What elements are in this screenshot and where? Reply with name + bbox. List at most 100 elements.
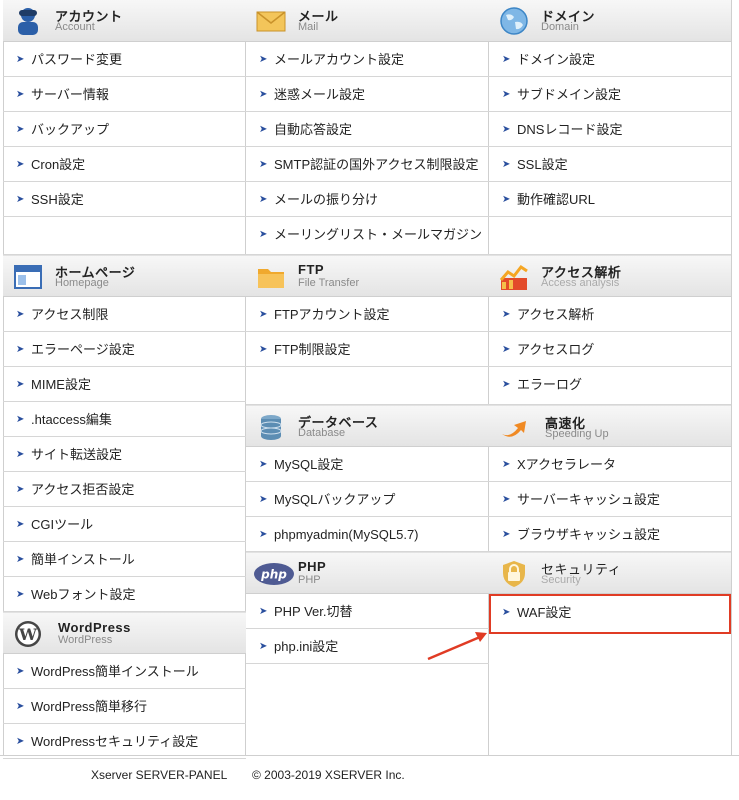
arrow-icon: ➤ — [259, 89, 268, 100]
menu-item-ftp-restriction[interactable]: ➤ FTP制限設定 — [246, 332, 489, 367]
section-subtitle: PHP — [298, 574, 321, 586]
speed-arrow-icon — [502, 421, 526, 437]
arrow-icon: ➤ — [16, 344, 25, 355]
globe-icon — [500, 7, 528, 35]
menu-item-easy-install[interactable]: ➤ 簡単インストール — [3, 542, 246, 577]
menu-item-browser-cache[interactable]: ➤ ブラウザキャッシュ設定 — [489, 517, 731, 552]
arrow-icon: ➤ — [259, 494, 268, 505]
wordpress-icon: W — [15, 621, 41, 647]
arrow-icon: ➤ — [259, 124, 268, 135]
arrow-icon: ➤ — [16, 589, 25, 600]
arrow-icon: ➤ — [259, 344, 268, 355]
arrow-icon: ➤ — [502, 54, 511, 65]
column-right: ドメイン Domain ➤ ドメイン設定 ➤ サブドメイン設定 ➤ DNSレコード設定… — [489, 0, 731, 634]
arrow-icon: ➤ — [259, 54, 268, 65]
arrow-icon: ➤ — [259, 159, 268, 170]
browser-window-icon — [14, 265, 42, 289]
section-subtitle: Account — [55, 21, 95, 33]
section-subtitle: Access analysis — [541, 277, 620, 289]
menu-item-cron[interactable]: ➤ Cron設定 — [3, 147, 246, 182]
menu-item-access-analysis[interactable]: ➤ アクセス解析 — [489, 297, 731, 332]
menu-item-wp-easy-install[interactable]: ➤ WordPress簡単インストール — [3, 654, 246, 689]
menu-item-mailing-list[interactable]: ➤ メーリングリスト・メールマガジン — [246, 217, 489, 255]
section-header-speeding-up: 高速化 Speeding Up — [489, 405, 731, 447]
menu-item-access-log[interactable]: ➤ アクセスログ — [489, 332, 731, 367]
svg-text:W: W — [18, 625, 38, 644]
menu-item-access-deny[interactable]: ➤ アクセス拒否設定 — [3, 472, 246, 507]
menu-item-wp-easy-migrate[interactable]: ➤ WordPress簡単移行 — [3, 689, 246, 724]
section-header-security: セキュリティ Security — [489, 552, 731, 594]
section-header-php: php PHP PHP — [246, 552, 489, 594]
menu-item-ssl[interactable]: ➤ SSL設定 — [489, 147, 731, 182]
menu-item-dns-record[interactable]: ➤ DNSレコード設定 — [489, 112, 731, 147]
menu-item-wp-security[interactable]: ➤ WordPressセキュリティ設定 — [3, 724, 246, 759]
menu-item-ssh[interactable]: ➤ SSH設定 — [3, 182, 246, 217]
section-title: FTP — [298, 262, 325, 277]
menu-item-mysql-backup[interactable]: ➤ MySQLバックアップ — [246, 482, 489, 517]
menu-item-phpmyadmin[interactable]: ➤ phpmyadmin(MySQL5.7) — [246, 517, 489, 552]
svg-text:php: php — [260, 568, 287, 582]
menu-item-mime[interactable]: ➤ MIME設定 — [3, 367, 246, 402]
section-title: PHP — [298, 559, 327, 574]
arrow-icon: ➤ — [16, 379, 25, 390]
user-icon — [18, 8, 38, 35]
menu-item-server-cache[interactable]: ➤ サーバーキャッシュ設定 — [489, 482, 731, 517]
menu-item-x-accelerator[interactable]: ➤ Xアクセラレータ — [489, 447, 731, 482]
menu-item-test-url[interactable]: ➤ 動作確認URL — [489, 182, 731, 217]
menu-item-password-change[interactable]: ➤ パスワード変更 — [3, 42, 246, 77]
section-subtitle: Speeding Up — [545, 428, 609, 440]
footer-brand: Xserver SERVER-PANEL — [91, 768, 228, 782]
section-header-account: アカウント Account — [3, 0, 246, 42]
section-subtitle: Security — [541, 574, 581, 586]
arrow-icon: ➤ — [16, 309, 25, 320]
footer: Xserver SERVER-PANEL © 2003-2019 XSERVER… — [0, 755, 739, 795]
footer-copyright: © 2003-2019 XSERVER Inc. — [252, 768, 405, 782]
arrow-icon: ➤ — [16, 194, 25, 205]
annotation-arrow-icon — [427, 632, 487, 661]
menu-item-error-page[interactable]: ➤ エラーページ設定 — [3, 332, 246, 367]
menu-item-autoreply[interactable]: ➤ 自動応答設定 — [246, 112, 489, 147]
arrow-icon: ➤ — [16, 124, 25, 135]
menu-item-spam[interactable]: ➤ 迷惑メール設定 — [246, 77, 489, 112]
menu-item-error-log[interactable]: ➤ エラーログ — [489, 367, 731, 405]
arrow-icon: ➤ — [16, 89, 25, 100]
arrow-icon: ➤ — [502, 344, 511, 355]
menu-item-domain[interactable]: ➤ ドメイン設定 — [489, 42, 731, 77]
section-subtitle: File Transfer — [298, 277, 360, 289]
arrow-icon: ➤ — [16, 449, 25, 460]
arrow-icon: ➤ — [259, 641, 268, 652]
menu-item-htaccess[interactable]: ➤ .htaccess編集 — [3, 402, 246, 437]
menu-item-subdomain[interactable]: ➤ サブドメイン設定 — [489, 77, 731, 112]
arrow-icon: ➤ — [502, 159, 511, 170]
menu-item-mail-filter[interactable]: ➤ メールの振り分け — [246, 182, 489, 217]
arrow-icon: ➤ — [16, 554, 25, 565]
arrow-icon: ➤ — [16, 414, 25, 425]
menu-item-mysql[interactable]: ➤ MySQL設定 — [246, 447, 489, 482]
column-middle: メール Mail ➤ メールアカウント設定 ➤ 迷惑メール設定 ➤ 自動応答設定 ➤ S… — [246, 0, 489, 664]
menu-item-smtp-restriction[interactable]: ➤ SMTP認証の国外アクセス制限設定 — [246, 147, 489, 182]
section-header-homepage: ホームページ Homepage — [3, 255, 246, 297]
section-subtitle: Domain — [541, 21, 579, 33]
menu-item-ftp-account[interactable]: ➤ FTPアカウント設定 — [246, 297, 489, 332]
menu-item-waf[interactable]: ➤ WAF設定 — [489, 594, 731, 634]
menu-item-web-font[interactable]: ➤ Webフォント設定 — [3, 577, 246, 612]
arrow-icon: ➤ — [502, 494, 511, 505]
menu-item-site-redirect[interactable]: ➤ サイト転送設定 — [3, 437, 246, 472]
section-header-wordpress: W WordPress WordPress — [3, 612, 246, 654]
menu-item-backup[interactable]: ➤ バックアップ — [3, 112, 246, 147]
section-subtitle: Mail — [298, 21, 319, 33]
column-left: アカウント Account ➤ パスワード変更 ➤ サーバー情報 ➤ バックアップ ➤… — [3, 0, 246, 759]
arrow-icon: ➤ — [259, 529, 268, 540]
section-subtitle: Homepage — [55, 277, 109, 289]
menu-item-mail-account[interactable]: ➤ メールアカウント設定 — [246, 42, 489, 77]
section-title: WordPress — [58, 620, 131, 635]
menu-item-cgi-tools[interactable]: ➤ CGIツール — [3, 507, 246, 542]
arrow-icon: ➤ — [259, 309, 268, 320]
menu-item-php-version[interactable]: ➤ PHP Ver.切替 — [246, 594, 489, 629]
arrow-icon: ➤ — [502, 309, 511, 320]
arrow-icon: ➤ — [502, 89, 511, 100]
menu-item-access-restriction[interactable]: ➤ アクセス制限 — [3, 297, 246, 332]
section-header-database: データベース Database — [246, 405, 489, 447]
menu-item-server-info[interactable]: ➤ サーバー情報 — [3, 77, 246, 112]
arrow-icon: ➤ — [259, 194, 268, 205]
